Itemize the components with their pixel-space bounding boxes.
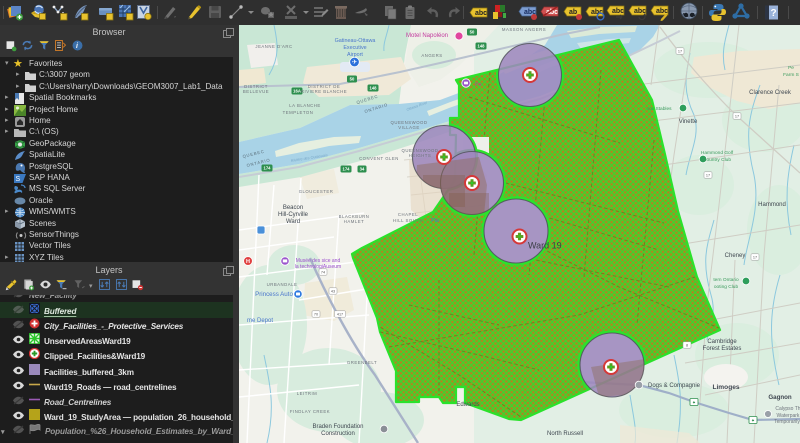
svg-text:34: 34 bbox=[360, 167, 365, 172]
svg-text:148: 148 bbox=[478, 44, 486, 49]
svg-text:17: 17 bbox=[678, 49, 682, 53]
svg-text:CONVENT GLEN: CONVENT GLEN bbox=[359, 156, 399, 161]
svg-text:Gatineau-Ottawa: Gatineau-Ottawa bbox=[335, 38, 376, 44]
svg-text:abc: abc bbox=[612, 8, 624, 15]
svg-text:17: 17 bbox=[753, 255, 757, 259]
svg-text:ANGERS: ANGERS bbox=[421, 53, 442, 58]
svg-text:Temporarily: Temporarily bbox=[774, 419, 800, 425]
svg-text:BELLEVUE: BELLEVUE bbox=[243, 89, 269, 94]
svg-text:Hammond Golf: Hammond Golf bbox=[701, 150, 734, 156]
svg-text:Cheney: Cheney bbox=[725, 253, 746, 259]
svg-text:la technologiAuseum: la technologiAuseum bbox=[295, 264, 341, 270]
svg-text:Limoges: Limoges bbox=[712, 384, 739, 391]
svg-text:Forest Estates: Forest Estates bbox=[703, 346, 742, 352]
svg-text:Ward: Ward bbox=[286, 219, 300, 225]
svg-text:ooting Club: ooting Club bbox=[714, 284, 739, 290]
svg-text:Edwards: Edwards bbox=[456, 402, 479, 408]
svg-text:abc: abc bbox=[475, 10, 487, 17]
svg-text:LA BLANCHE: LA BLANCHE bbox=[289, 103, 321, 108]
svg-text:Dogs & Compagnie: Dogs & Compagnie bbox=[648, 383, 701, 389]
svg-text:174: 174 bbox=[343, 167, 351, 172]
svg-text:Construction: Construction bbox=[321, 431, 355, 437]
svg-text:TEMPLETON: TEMPLETON bbox=[283, 110, 314, 115]
svg-text:17: 17 bbox=[706, 173, 710, 177]
svg-text:Princess Auto: Princess Auto bbox=[255, 291, 293, 298]
svg-text:8: 8 bbox=[686, 343, 688, 347]
svg-text:VILLAGE: VILLAGE bbox=[398, 125, 419, 130]
svg-text:Gagnon: Gagnon bbox=[768, 394, 792, 401]
svg-text:Cambridge: Cambridge bbox=[707, 339, 737, 345]
svg-text:?: ? bbox=[771, 8, 777, 19]
svg-text:ab: ab bbox=[569, 9, 577, 16]
svg-text:Beacon: Beacon bbox=[283, 205, 303, 211]
svg-text:H: H bbox=[246, 259, 250, 265]
svg-text:FINDLAY CREEK: FINDLAY CREEK bbox=[290, 409, 330, 414]
svg-text:abc: abc bbox=[656, 8, 668, 15]
svg-text:MASSON ANGERS: MASSON ANGERS bbox=[502, 27, 546, 32]
svg-text:Hill-Cyrville: Hill-Cyrville bbox=[278, 212, 309, 218]
svg-text:Pla: Pla bbox=[431, 218, 439, 224]
svg-text:S: S bbox=[16, 176, 21, 183]
svg-text:HILL SOUTH: HILL SOUTH bbox=[393, 218, 423, 223]
svg-text:GREENBELT: GREENBELT bbox=[347, 360, 377, 365]
svg-text:174: 174 bbox=[264, 166, 272, 171]
svg-text:Clarence Creek: Clarence Creek bbox=[749, 90, 792, 96]
svg-text:148: 148 bbox=[370, 86, 378, 91]
svg-text:✈: ✈ bbox=[352, 59, 358, 66]
svg-text:Braden Foundation: Braden Foundation bbox=[312, 424, 363, 430]
svg-text:Airport: Airport bbox=[347, 52, 363, 58]
svg-text:Motel Napoléon: Motel Napoléon bbox=[406, 33, 448, 39]
svg-text:tern Ontario: tern Ontario bbox=[713, 277, 739, 283]
svg-text:Calypso Th: Calypso Th bbox=[775, 406, 800, 412]
svg-text:LEITRIM: LEITRIM bbox=[297, 391, 317, 396]
svg-text:Pe: Pe bbox=[475, 82, 482, 88]
svg-text:50: 50 bbox=[350, 77, 355, 82]
svg-text:Pe: Pe bbox=[788, 65, 794, 71]
svg-text:GLOUCESTER: GLOUCESTER bbox=[299, 189, 334, 194]
svg-text:Ward 19: Ward 19 bbox=[528, 241, 562, 251]
svg-text:HEIGHTS: HEIGHTS bbox=[409, 153, 432, 158]
svg-text:Farm S: Farm S bbox=[783, 72, 799, 78]
svg-text:CHAPEL: CHAPEL bbox=[398, 212, 418, 217]
svg-text:74: 74 bbox=[321, 270, 325, 274]
svg-text:Country Club: Country Club bbox=[703, 157, 731, 163]
svg-text:16A: 16A bbox=[293, 89, 301, 94]
svg-text:43: 43 bbox=[331, 289, 335, 293]
svg-text:417: 417 bbox=[337, 312, 343, 316]
svg-text:JEANNE D'ARC: JEANNE D'ARC bbox=[255, 44, 292, 49]
svg-text:North Russell: North Russell bbox=[547, 431, 583, 437]
svg-text:me Depot: me Depot bbox=[247, 318, 273, 324]
svg-text:Vinette: Vinette bbox=[679, 119, 698, 125]
svg-text:URBANDALE: URBANDALE bbox=[267, 282, 298, 287]
svg-text:50: 50 bbox=[470, 30, 475, 35]
svg-text:17: 17 bbox=[735, 114, 739, 118]
svg-text:Hammond: Hammond bbox=[758, 202, 786, 208]
svg-text:HAMLET: HAMLET bbox=[344, 219, 364, 224]
svg-text:70: 70 bbox=[314, 312, 318, 316]
svg-text:RIVIERE BLANCHE: RIVIERE BLANCHE bbox=[301, 89, 347, 94]
svg-text:Executive: Executive bbox=[343, 45, 366, 51]
svg-text:nox Stables: nox Stables bbox=[646, 106, 672, 112]
